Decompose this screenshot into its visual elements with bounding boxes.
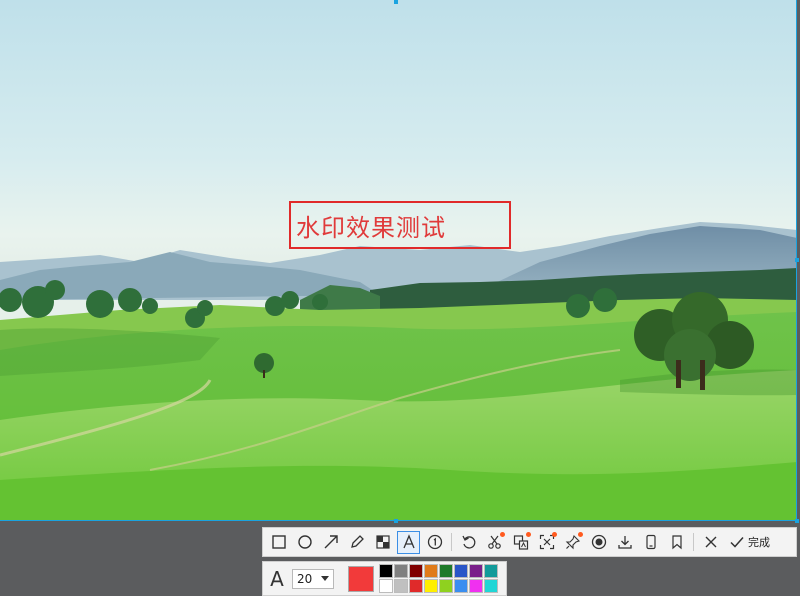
record-icon [591,534,606,550]
close-icon [705,536,716,548]
landscape-illustration [0,222,797,521]
color-swatch[interactable] [454,579,468,593]
color-swatch[interactable] [469,579,483,593]
color-swatch[interactable] [439,579,453,593]
undo-button[interactable] [457,531,480,554]
color-swatch[interactable] [394,579,408,593]
new-badge [526,531,531,537]
resize-handle-bottom[interactable] [394,519,398,523]
font-icon: A [270,566,284,591]
tool-pencil[interactable] [345,531,368,554]
toolbar-separator [451,533,452,551]
chevron-down-icon [321,576,329,581]
color-palette [379,564,498,593]
color-swatch[interactable] [424,564,438,578]
resize-handle-right[interactable] [795,258,799,262]
color-swatch[interactable] [454,564,468,578]
ocr-button[interactable] [535,531,558,554]
record-button[interactable] [587,531,610,554]
tool-number[interactable] [423,531,446,554]
color-swatch[interactable] [484,564,498,578]
translate-button[interactable] [509,531,532,554]
new-badge [578,531,583,537]
phone-button[interactable] [639,531,662,554]
resize-handle-top[interactable] [394,0,398,4]
phone-icon [645,534,656,550]
color-swatch[interactable] [424,579,438,593]
close-button[interactable] [699,531,722,554]
pencil-icon [350,535,364,548]
resize-handle-bottom-right[interactable] [795,519,799,523]
done-label: 完成 [748,536,770,549]
mosaic-icon [375,535,390,549]
color-swatch[interactable] [394,564,408,578]
text-options-bar: A 20 [262,561,507,596]
toolbar-separator [693,533,694,551]
bookmark-icon [671,535,682,550]
color-swatch[interactable] [439,564,453,578]
color-swatch[interactable] [379,564,393,578]
rectangle-icon [271,535,286,549]
captured-image [0,0,797,521]
download-icon [617,536,632,549]
color-swatch[interactable] [469,564,483,578]
bookmark-button[interactable] [665,531,688,554]
text-annotation[interactable]: 水印效果测试 [289,201,511,249]
pin-button[interactable] [561,531,584,554]
cut-button[interactable] [483,531,506,554]
font-size-value: 20 [297,571,313,586]
tool-ellipse[interactable] [293,531,316,554]
tool-text[interactable] [397,530,420,554]
tool-rectangle[interactable] [267,531,290,554]
annotation-toolbar: 完成 [262,527,797,557]
arrow-icon [324,535,338,549]
font-size-select[interactable]: 20 [292,568,334,589]
tool-arrow[interactable] [319,531,342,554]
check-icon [730,537,744,548]
color-swatch[interactable] [379,579,393,593]
color-swatch[interactable] [484,579,498,593]
color-swatch[interactable] [409,579,423,593]
color-swatch[interactable] [409,564,423,578]
watermark-text: 水印效果测试 [296,213,446,242]
undo-icon [461,535,475,549]
done-button[interactable]: 完成 [729,534,770,550]
ellipse-icon [297,535,312,549]
text-icon [402,534,415,549]
number-icon [427,534,442,550]
save-button[interactable] [613,531,636,554]
current-color-swatch[interactable] [348,565,374,592]
new-badge [500,531,505,537]
tool-mosaic[interactable] [371,531,394,554]
new-badge [552,531,557,537]
